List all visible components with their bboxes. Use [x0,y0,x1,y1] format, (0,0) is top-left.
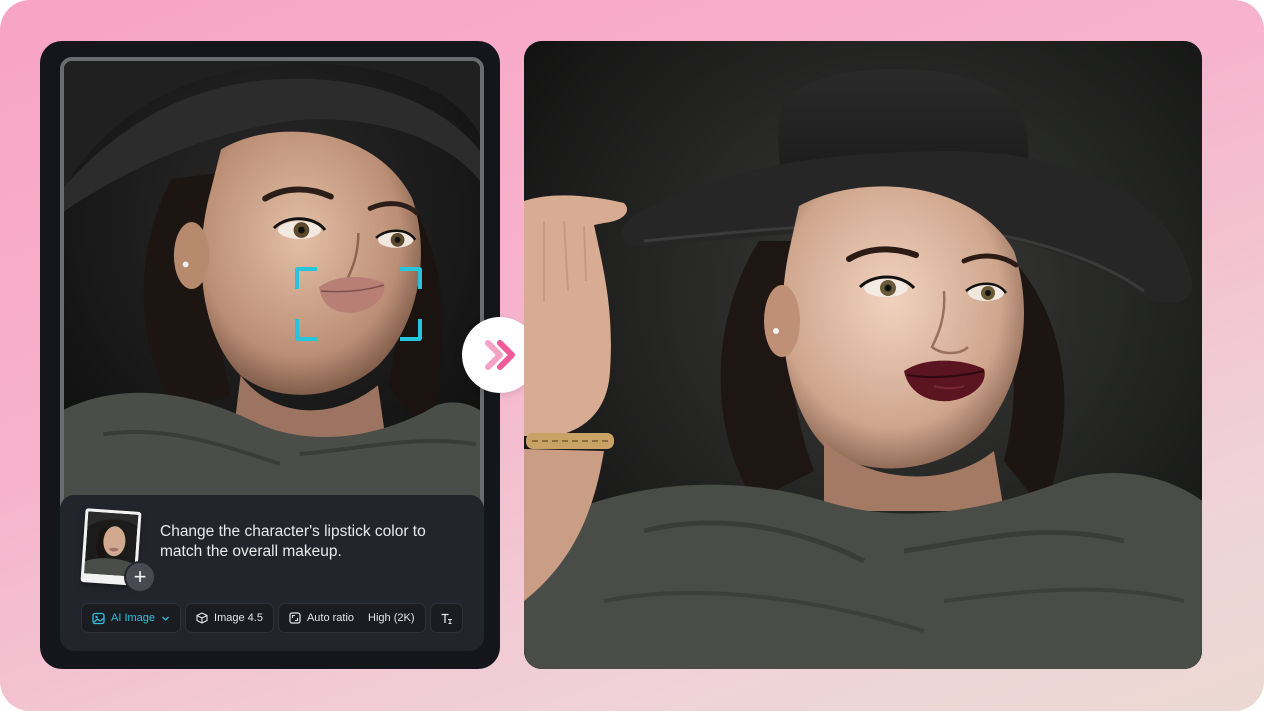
add-reference-button[interactable]: + [124,561,156,593]
chevron-down-icon [162,616,169,621]
focus-corner-bottom-left [295,319,317,341]
text-style-button[interactable] [429,603,463,633]
text-style-icon [441,613,452,624]
aspect-ratio-icon [289,612,301,624]
generation-toolbar: AI Image Image 4.5 Auto ratio High (2K) [81,603,463,633]
ratio-label: Auto ratio [306,612,355,624]
source-image-frame[interactable] [60,57,484,520]
cube-icon [196,612,208,624]
mode-selector[interactable]: AI Image [81,603,182,633]
focus-corner-top-left [295,267,317,289]
focus-corner-top-right [400,267,422,289]
result-image-panel[interactable] [524,41,1202,669]
prompt-card: + Change the character's lipstick color … [60,495,484,651]
ratio-quality-selector[interactable]: Auto ratio High (2K) [277,603,426,633]
focus-corner-bottom-right [400,319,422,341]
mode-label: AI Image [111,612,156,624]
result-photo [524,41,1202,669]
model-selector[interactable]: Image 4.5 [185,603,274,633]
stage-background: + Change the character's lipstick color … [0,0,1264,711]
plus-icon: + [133,564,147,589]
double-chevron-right-icon [485,340,515,370]
image-icon [92,612,105,624]
quality-label: High (2K) [368,612,415,624]
prompt-text[interactable]: Change the character's lipstick color to… [160,522,470,562]
model-label: Image 4.5 [214,612,263,624]
editor-panel: + Change the character's lipstick color … [40,41,500,669]
